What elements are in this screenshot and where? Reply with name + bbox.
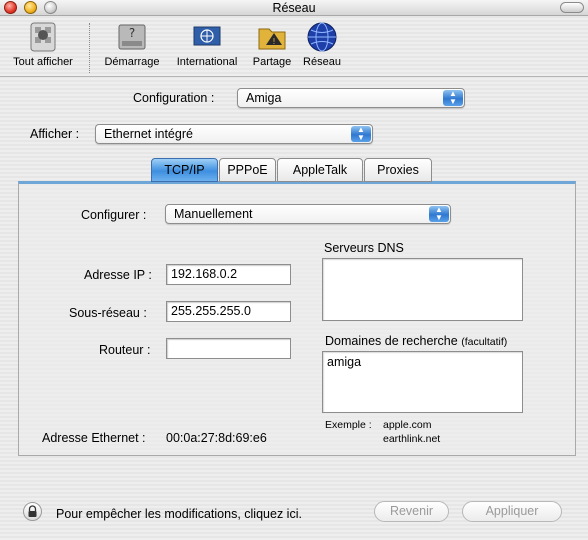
tab-pppoe[interactable]: PPPoE	[219, 158, 276, 182]
example-line-2: earthlink.net	[383, 433, 441, 445]
show-label: Afficher :	[30, 127, 80, 141]
configuration-popup[interactable]: Amiga ▲ ▼	[237, 88, 465, 108]
dns-servers-label: Serveurs DNS	[324, 241, 404, 255]
toolbar-label: Réseau	[303, 56, 341, 68]
ethernet-address-label: Adresse Ethernet :	[42, 431, 146, 445]
toolbar-startup-disk[interactable]: ? Démarrage	[100, 21, 164, 68]
example-line-1: apple.com	[383, 419, 432, 431]
toolbar-label: Démarrage	[104, 56, 160, 68]
ip-address-label: Adresse IP :	[84, 268, 152, 282]
optional-note: (facultatif)	[461, 336, 508, 348]
search-domains-title: Domaines de recherche	[325, 334, 458, 348]
title-bar: Réseau	[0, 0, 588, 16]
configure-label: Configurer :	[81, 208, 147, 222]
ethernet-address-value: 00:0a:27:8d:69:e6	[166, 431, 267, 445]
toolbar: Tout afficher ? Démarrage International …	[0, 17, 588, 77]
dns-servers-field[interactable]	[322, 258, 523, 321]
toolbar-sharing[interactable]: ! Partage	[248, 21, 296, 68]
network-preferences-window: Réseau Tout afficher ? Démarrage Interna…	[0, 0, 588, 540]
tab-appletalk[interactable]: AppleTalk	[277, 158, 363, 182]
configure-popup[interactable]: Manuellement ▲ ▼	[165, 204, 451, 224]
subnet-field[interactable]: 255.255.255.0	[166, 301, 291, 322]
toolbar-label: Tout afficher	[13, 56, 73, 68]
window-title: Réseau	[272, 1, 316, 15]
tab-tcpip[interactable]: TCP/IP	[151, 158, 218, 182]
popup-arrows-icon: ▲ ▼	[351, 126, 371, 142]
revert-button[interactable]: Revenir	[374, 501, 449, 522]
startup-disk-icon: ?	[116, 21, 148, 53]
configuration-label: Configuration :	[133, 91, 215, 105]
international-flag-icon	[191, 21, 223, 53]
sharing-icon: !	[256, 21, 288, 53]
toolbar-toggle-button[interactable]	[560, 2, 584, 13]
show-value: Ethernet intégré	[104, 127, 193, 141]
tab-proxies[interactable]: Proxies	[364, 158, 432, 182]
popup-arrows-icon: ▲ ▼	[429, 206, 449, 222]
toolbar-international[interactable]: International	[170, 21, 244, 68]
subnet-label: Sous-réseau :	[69, 306, 147, 320]
lock-button[interactable]	[23, 502, 42, 521]
show-all-icon	[27, 21, 59, 53]
svg-text:!: !	[272, 37, 275, 46]
configuration-value: Amiga	[246, 91, 282, 105]
toolbar-label: International	[176, 56, 238, 68]
search-domains-label: Domaines de recherche (facultatif)	[325, 334, 507, 348]
popup-arrows-icon: ▲ ▼	[443, 90, 463, 106]
toolbar-label: Partage	[252, 56, 292, 68]
router-field[interactable]	[166, 338, 291, 359]
toolbar-show-all[interactable]: Tout afficher	[4, 21, 82, 68]
show-popup[interactable]: Ethernet intégré ▲ ▼	[95, 124, 373, 144]
toolbar-network[interactable]: Réseau	[300, 21, 344, 68]
search-domains-field[interactable]: amiga	[322, 351, 523, 413]
lock-text[interactable]: Pour empêcher les modifications, cliquez…	[56, 507, 302, 521]
toolbar-separator	[89, 23, 90, 73]
svg-text:?: ?	[129, 26, 135, 40]
network-globe-icon	[306, 21, 338, 53]
ip-address-field[interactable]: 192.168.0.2	[166, 264, 291, 285]
router-label: Routeur :	[99, 343, 151, 357]
apply-button[interactable]: Appliquer	[462, 501, 562, 522]
configure-value: Manuellement	[174, 207, 253, 221]
example-label: Exemple :	[325, 419, 372, 431]
lock-icon	[28, 505, 37, 517]
